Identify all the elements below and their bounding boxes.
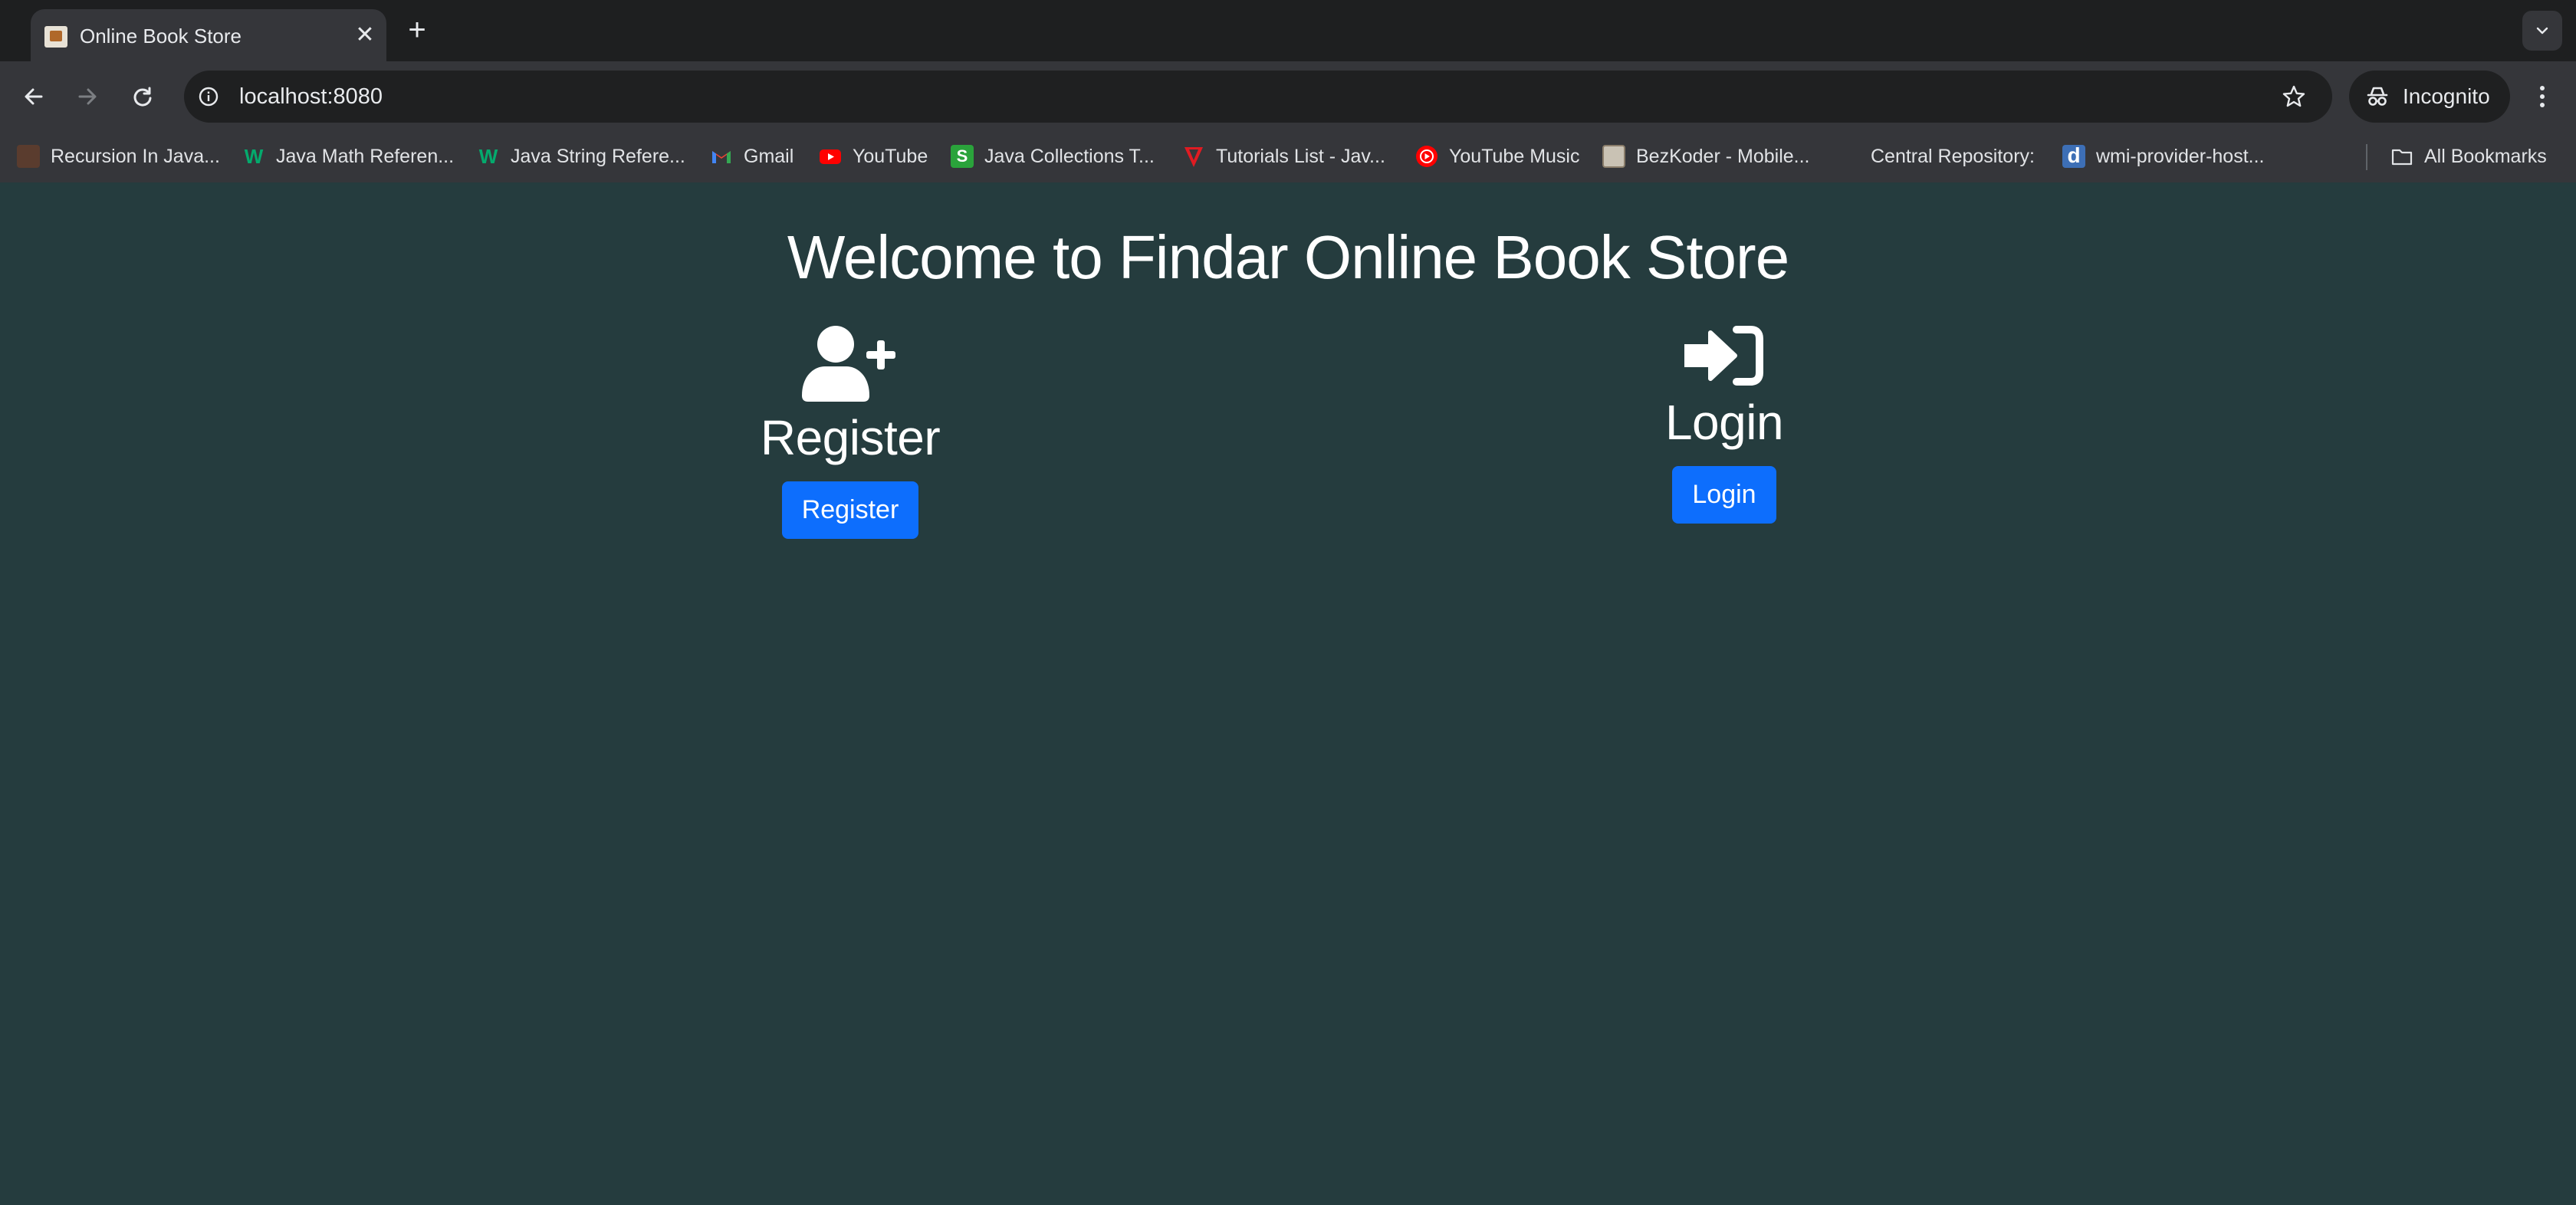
reload-icon [133,87,152,107]
bookmark-label: wmi-provider-host... [2096,145,2265,167]
bookmark-label: Gmail [744,145,794,167]
more-vertical-icon [2540,86,2545,107]
tab-strip: Online Book Store ✕ + [0,0,2576,61]
bookmark-label: Java Math Referen... [276,145,455,167]
bookmark-label: Recursion In Java... [51,145,220,167]
register-button[interactable]: Register [781,481,919,539]
bookmark-label: Central Repository: [1871,145,2035,167]
incognito-label: Incognito [2403,84,2490,108]
login-button[interactable]: Login [1672,466,1776,524]
address-bar[interactable] [184,71,2332,123]
bookmark-item[interactable]: Recursion In Java... [17,138,220,175]
login-heading: Login [1664,395,1784,450]
site-info-icon[interactable] [198,86,219,107]
bookmark-label: Java Collections T... [984,145,1155,167]
forward-button[interactable] [69,78,106,115]
bookmark-item[interactable]: S Java Collections T... [951,138,1155,175]
youtube-icon [819,145,842,168]
codecademy-icon [17,145,40,168]
bezkoder-icon [1602,145,1625,168]
bookmark-label: Java String Refere... [511,145,685,167]
bookmark-item[interactable]: W Java Math Referen... [242,138,454,175]
d-icon: d [2062,145,2085,168]
youtube-music-icon [1415,145,1438,168]
bookmark-star-icon[interactable] [2282,84,2306,109]
back-arrow-icon [25,88,43,105]
site-favicon-icon [44,26,67,48]
bookmark-label: BezKoder - Mobile... [1636,145,1810,167]
browser-menu-button[interactable] [2527,78,2564,115]
tab-title: Online Book Store [80,25,242,48]
close-tab-icon[interactable]: ✕ [350,20,380,51]
w3schools-icon: W [478,145,498,168]
bookmarks-divider [2366,144,2367,170]
bookmark-item[interactable]: Gmail [710,138,794,175]
bookmark-item[interactable]: W Java String Refere... [477,138,685,175]
bookmarks-bar: Recursion In Java... W Java Math Referen… [0,132,2576,182]
register-heading: Register [760,410,941,465]
page-title: Welcome to Findar Online Book Store [787,223,1789,291]
login-card: Login Login [1586,325,1862,524]
gmail-icon [710,145,733,168]
bookmark-item[interactable]: Central Repository: [1871,138,2035,175]
reload-button[interactable] [124,78,161,115]
all-bookmarks-button[interactable]: All Bookmarks [2390,138,2547,175]
bookmark-item[interactable]: YouTube [819,138,928,175]
s-icon: S [951,145,974,168]
new-tab-button[interactable]: + [400,14,434,48]
browser-tab[interactable]: Online Book Store ✕ [31,9,386,61]
folder-icon [2390,145,2413,168]
incognito-indicator[interactable]: Incognito [2349,71,2510,123]
bookmark-label: YouTube Music [1449,145,1580,167]
bookmark-item[interactable]: Tutorials List - Jav... [1182,138,1385,175]
browser-toolbar: Incognito [0,61,2576,132]
bookmark-label: Tutorials List - Jav... [1216,145,1385,167]
chevron-down-icon [2536,27,2548,34]
bookmark-item[interactable]: d wmi-provider-host... [2062,138,2265,175]
bookmark-item[interactable]: BezKoder - Mobile... [1602,138,1810,175]
bookmark-label: YouTube [853,145,928,167]
tutorials-icon [1182,145,1205,168]
forward-arrow-icon [78,88,97,105]
user-plus-icon [802,326,895,402]
url-input[interactable] [239,84,2079,110]
incognito-icon [2367,87,2388,106]
bookmark-item[interactable]: YouTube Music [1415,138,1579,175]
tab-search-button[interactable] [2522,11,2562,51]
all-bookmarks-label: All Bookmarks [2424,145,2547,167]
register-card: Register Register [712,325,988,539]
back-button[interactable] [15,78,52,115]
w3schools-icon: W [244,145,264,168]
sign-in-icon [1684,326,1763,386]
